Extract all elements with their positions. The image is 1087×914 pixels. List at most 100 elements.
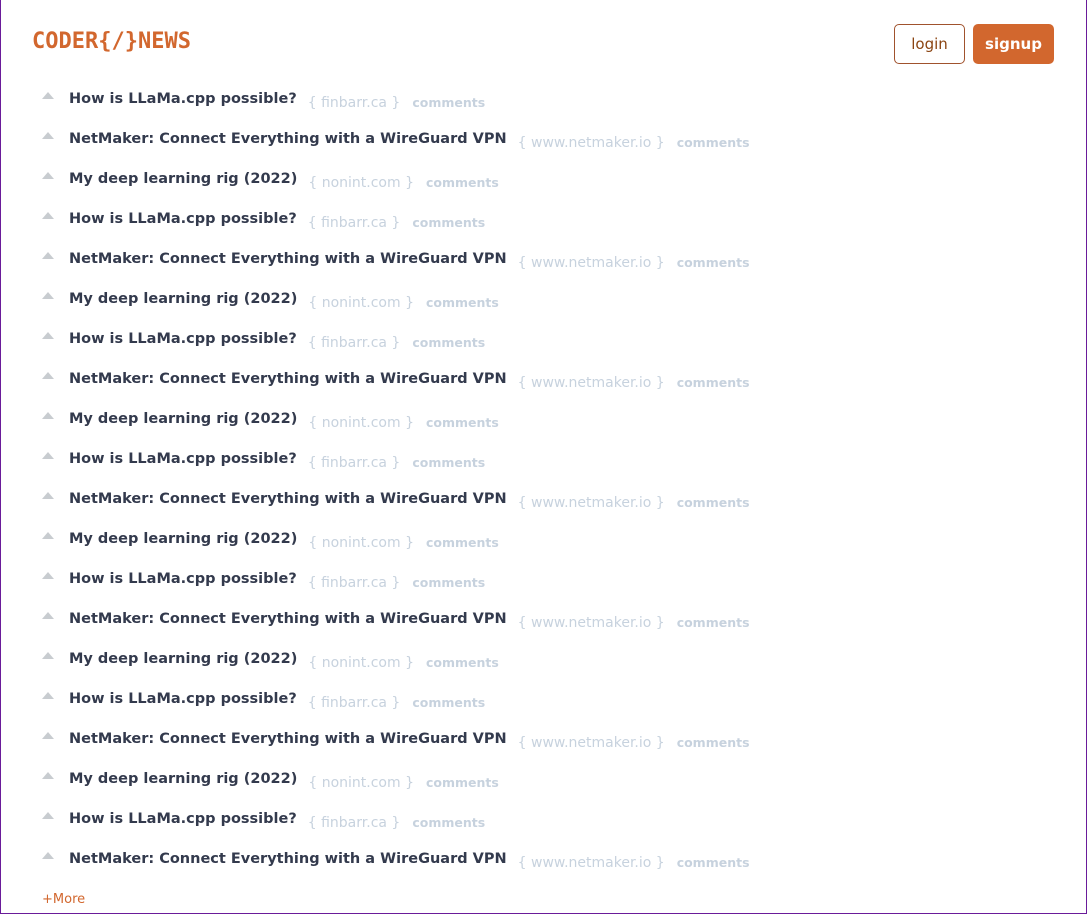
story-domain: { finbarr.ca } [307, 695, 401, 711]
story-domain: { finbarr.ca } [307, 455, 401, 471]
story-title-link[interactable]: My deep learning rig (2022) [69, 651, 297, 667]
comments-link[interactable]: comments [412, 335, 485, 350]
login-button[interactable]: login [894, 24, 965, 64]
comments-link[interactable]: comments [677, 495, 750, 510]
story-domain: { finbarr.ca } [307, 335, 401, 351]
story-row: NetMaker: Connect Everything with a Wire… [0, 240, 1087, 280]
upvote-arrow-icon[interactable] [42, 812, 54, 819]
story-title-link[interactable]: NetMaker: Connect Everything with a Wire… [69, 851, 507, 867]
comments-link[interactable]: comments [677, 735, 750, 750]
story-row: NetMaker: Connect Everything with a Wire… [0, 120, 1087, 160]
upvote-arrow-icon[interactable] [42, 732, 54, 739]
story-title-link[interactable]: My deep learning rig (2022) [69, 411, 297, 427]
comments-link[interactable]: comments [677, 135, 750, 150]
upvote-arrow-icon[interactable] [42, 332, 54, 339]
comments-link[interactable]: comments [677, 855, 750, 870]
upvote-arrow-icon[interactable] [42, 92, 54, 99]
story-title-link[interactable]: NetMaker: Connect Everything with a Wire… [69, 371, 507, 387]
comments-link[interactable]: comments [426, 295, 499, 310]
story-meta: { finbarr.ca } comments [308, 452, 485, 471]
story-meta: { finbarr.ca } comments [308, 92, 485, 111]
story-title-link[interactable]: How is LLaMa.cpp possible? [69, 691, 297, 707]
story-meta: { www.netmaker.io } comments [518, 612, 750, 631]
upvote-arrow-icon[interactable] [42, 252, 54, 259]
story-meta: { nonint.com } comments [308, 652, 498, 671]
comments-link[interactable]: comments [426, 655, 499, 670]
comments-link[interactable]: comments [412, 215, 485, 230]
upvote-arrow-icon[interactable] [42, 372, 54, 379]
comments-link[interactable]: comments [412, 575, 485, 590]
upvote-arrow-icon[interactable] [42, 852, 54, 859]
story-row: NetMaker: Connect Everything with a Wire… [0, 360, 1087, 400]
upvote-arrow-icon[interactable] [42, 652, 54, 659]
story-meta: { finbarr.ca } comments [308, 812, 485, 831]
story-row: My deep learning rig (2022) { nonint.com … [0, 400, 1087, 440]
story-title-link[interactable]: How is LLaMa.cpp possible? [69, 811, 297, 827]
story-meta: { www.netmaker.io } comments [518, 372, 750, 391]
story-title-link[interactable]: My deep learning rig (2022) [69, 531, 297, 547]
story-domain: { www.netmaker.io } [517, 495, 665, 511]
story-domain: { nonint.com } [308, 175, 414, 191]
story-title-link[interactable]: NetMaker: Connect Everything with a Wire… [69, 731, 507, 747]
story-title-link[interactable]: My deep learning rig (2022) [69, 771, 297, 787]
comments-link[interactable]: comments [426, 175, 499, 190]
story-domain: { finbarr.ca } [307, 95, 401, 111]
upvote-arrow-icon[interactable] [42, 772, 54, 779]
story-domain: { nonint.com } [308, 415, 414, 431]
upvote-arrow-icon[interactable] [42, 132, 54, 139]
comments-link[interactable]: comments [426, 775, 499, 790]
story-domain: { nonint.com } [308, 535, 414, 551]
story-title-link[interactable]: My deep learning rig (2022) [69, 171, 297, 187]
comments-link[interactable]: comments [412, 695, 485, 710]
story-meta: { www.netmaker.io } comments [518, 732, 750, 751]
upvote-arrow-icon[interactable] [42, 212, 54, 219]
story-domain: { finbarr.ca } [307, 815, 401, 831]
story-title-link[interactable]: How is LLaMa.cpp possible? [69, 91, 297, 107]
story-meta: { www.netmaker.io } comments [518, 252, 750, 271]
story-title-link[interactable]: How is LLaMa.cpp possible? [69, 211, 297, 227]
story-row: My deep learning rig (2022) { nonint.com … [0, 760, 1087, 800]
upvote-arrow-icon[interactable] [42, 692, 54, 699]
story-meta: { finbarr.ca } comments [308, 332, 485, 351]
story-domain: { nonint.com } [308, 295, 414, 311]
story-title-link[interactable]: NetMaker: Connect Everything with a Wire… [69, 491, 507, 507]
comments-link[interactable]: comments [677, 375, 750, 390]
comments-link[interactable]: comments [426, 535, 499, 550]
story-domain: { nonint.com } [308, 775, 414, 791]
upvote-arrow-icon[interactable] [42, 452, 54, 459]
upvote-arrow-icon[interactable] [42, 412, 54, 419]
story-row: NetMaker: Connect Everything with a Wire… [0, 840, 1087, 880]
story-meta: { nonint.com } comments [308, 172, 498, 191]
comments-link[interactable]: comments [412, 815, 485, 830]
upvote-arrow-icon[interactable] [42, 572, 54, 579]
story-title-link[interactable]: How is LLaMa.cpp possible? [69, 331, 297, 347]
comments-link[interactable]: comments [412, 95, 485, 110]
story-row: NetMaker: Connect Everything with a Wire… [0, 480, 1087, 520]
story-title-link[interactable]: How is LLaMa.cpp possible? [69, 571, 297, 587]
upvote-arrow-icon[interactable] [42, 532, 54, 539]
site-logo[interactable]: CODER{/}NEWS [32, 29, 191, 54]
story-domain: { finbarr.ca } [307, 575, 401, 591]
story-row: How is LLaMa.cpp possible? { finbarr.ca }… [0, 680, 1087, 720]
comments-link[interactable]: comments [677, 615, 750, 630]
story-meta: { nonint.com } comments [308, 772, 498, 791]
story-title-link[interactable]: NetMaker: Connect Everything with a Wire… [69, 131, 507, 147]
story-title-link[interactable]: My deep learning rig (2022) [69, 291, 297, 307]
story-domain: { www.netmaker.io } [517, 255, 665, 271]
comments-link[interactable]: comments [426, 415, 499, 430]
story-title-link[interactable]: NetMaker: Connect Everything with a Wire… [69, 611, 507, 627]
upvote-arrow-icon[interactable] [42, 292, 54, 299]
comments-link[interactable]: comments [412, 455, 485, 470]
story-domain: { nonint.com } [308, 655, 414, 671]
upvote-arrow-icon[interactable] [42, 172, 54, 179]
story-domain: { www.netmaker.io } [517, 735, 665, 751]
upvote-arrow-icon[interactable] [42, 492, 54, 499]
story-title-link[interactable]: How is LLaMa.cpp possible? [69, 451, 297, 467]
signup-button[interactable]: signup [973, 24, 1054, 64]
story-title-link[interactable]: NetMaker: Connect Everything with a Wire… [69, 251, 507, 267]
story-meta: { www.netmaker.io } comments [518, 492, 750, 511]
upvote-arrow-icon[interactable] [42, 612, 54, 619]
more-link[interactable]: +More [42, 892, 85, 907]
story-meta: { finbarr.ca } comments [308, 212, 485, 231]
comments-link[interactable]: comments [677, 255, 750, 270]
